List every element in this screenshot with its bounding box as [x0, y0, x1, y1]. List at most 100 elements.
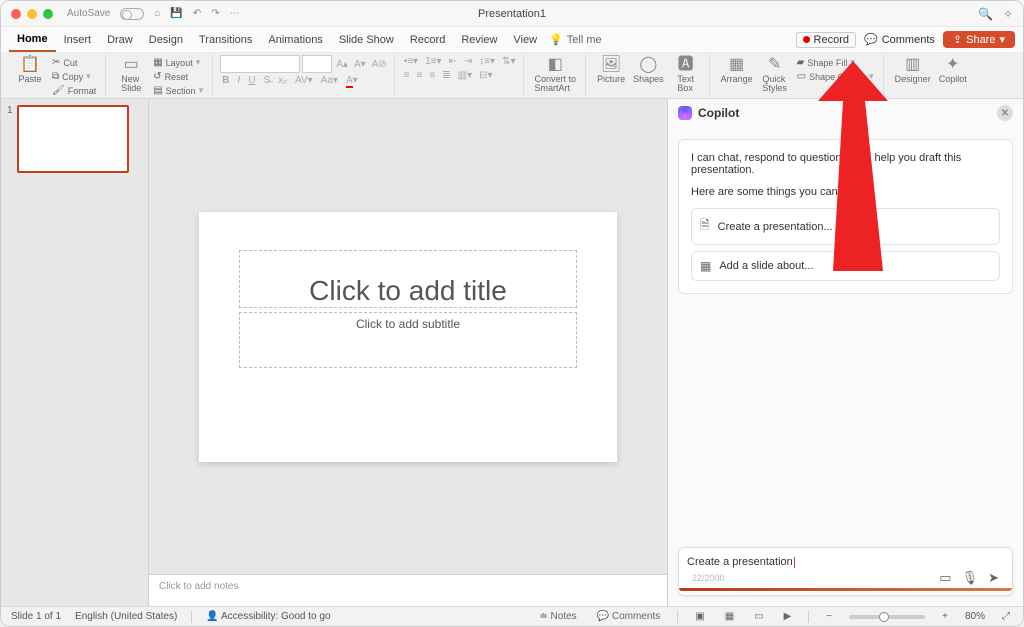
tab-draw[interactable]: Draw [99, 27, 141, 52]
paste-button[interactable]: 📋 Paste [12, 55, 48, 85]
cut-button[interactable]: ✂︎Cut [50, 56, 98, 69]
autosave-toggle[interactable] [120, 8, 144, 20]
slide-canvas[interactable]: Click to add title Click to add subtitle [149, 99, 667, 574]
align-text-button[interactable]: ⊟▾ [477, 69, 494, 82]
copilot-button[interactable]: ✦Copilot [935, 55, 971, 85]
notes-pane[interactable]: Click to add notes [149, 574, 667, 606]
status-accessibility[interactable]: 👤 Accessibility: Good to go [206, 611, 330, 622]
reset-button[interactable]: ↺Reset [151, 70, 205, 83]
new-slide-button[interactable]: ▭ New Slide [113, 55, 149, 95]
close-window-icon[interactable] [11, 9, 21, 19]
undo-icon[interactable]: ↶ [193, 8, 201, 19]
layout-button[interactable]: ▦Layout ▾ [151, 56, 205, 69]
save-icon[interactable]: 💾 [170, 8, 182, 19]
home-icon[interactable]: ⌂ [154, 8, 160, 19]
align-right-button[interactable]: ≡ [427, 69, 437, 82]
line-spacing-button[interactable]: ↕≡▾ [477, 55, 497, 68]
mic-icon[interactable]: 🎙 [957, 570, 984, 586]
shrink-font-button[interactable]: A▾ [352, 58, 368, 71]
status-comments-button[interactable]: 💬 Comments [594, 611, 664, 622]
insert-picture-button[interactable]: 🖼Picture [593, 55, 629, 85]
insert-textbox-button[interactable]: 🅰Text Box [668, 55, 704, 95]
underline-button[interactable]: U [246, 74, 257, 87]
copilot-suggestion-add-slide[interactable]: ▦ Add a slide about... [691, 251, 1000, 281]
indent-inc-button[interactable]: ⇥ [462, 55, 474, 68]
tab-view[interactable]: View [505, 27, 545, 52]
copilot-input-box[interactable]: Create a presentation 22/2000 ▭ 🎙 ➤ [678, 547, 1013, 596]
tab-insert[interactable]: Insert [56, 27, 100, 52]
share-button[interactable]: ⇪ Share ▾ [943, 31, 1015, 48]
arrange-button[interactable]: ▦Arrange [717, 55, 757, 85]
bold-button[interactable]: B [220, 74, 231, 87]
section-button[interactable]: ▤Section ▾ [151, 84, 205, 97]
highlight-button[interactable]: AV▾ [293, 74, 315, 87]
tab-slideshow[interactable]: Slide Show [331, 27, 402, 52]
send-icon[interactable]: ➤ [983, 570, 1004, 586]
title-placeholder[interactable]: Click to add title [239, 250, 577, 308]
zoom-level[interactable]: 80% [965, 611, 985, 622]
align-left-button[interactable]: ≡ [402, 69, 412, 82]
tab-design[interactable]: Design [141, 27, 191, 52]
copilot-input[interactable]: Create a presentation [687, 554, 1004, 570]
justify-button[interactable]: ≣ [440, 69, 452, 82]
slide-thumbnail[interactable] [17, 105, 129, 173]
case-button[interactable]: Aa▾ [319, 74, 340, 87]
redo-icon[interactable]: ↷ [211, 8, 219, 19]
copilot-glyph-icon[interactable]: ✧ [1003, 7, 1013, 21]
quick-styles-button[interactable]: ✎Quick Styles [757, 55, 793, 95]
tab-animations[interactable]: Animations [260, 27, 330, 52]
font-size[interactable] [302, 55, 332, 73]
subtitle-placeholder[interactable]: Click to add subtitle [239, 312, 577, 368]
minimize-window-icon[interactable] [27, 9, 37, 19]
shape-fill-button[interactable]: ▰Shape Fill ▾ [795, 56, 876, 69]
sub-script-button[interactable]: x₂ [276, 74, 289, 87]
tab-record[interactable]: Record [402, 27, 453, 52]
outline-icon: ▭ [797, 71, 806, 82]
italic-button[interactable]: I [235, 74, 242, 87]
view-normal-icon[interactable]: ▣ [692, 611, 707, 622]
zoom-out-button[interactable]: − [823, 611, 835, 622]
copilot-suggestion-create[interactable]: 🗎 Create a presentation... [691, 208, 1000, 245]
indent-dec-button[interactable]: ⇤ [446, 55, 458, 68]
columns-button[interactable]: ▥▾ [456, 69, 474, 82]
shape-outline-button[interactable]: ▭Shape Outline ▾ [795, 70, 876, 83]
zoom-window-icon[interactable] [43, 9, 53, 19]
strike-button[interactable]: S̶ [261, 74, 272, 87]
numbering-button[interactable]: 1≡▾ [423, 55, 443, 68]
font-color-button[interactable]: A▾ [344, 74, 360, 87]
view-reading-icon[interactable]: ▭ [751, 611, 766, 622]
tab-home[interactable]: Home [9, 27, 56, 52]
status-language[interactable]: English (United States) [75, 611, 177, 622]
text-dir-button[interactable]: ⇅▾ [500, 55, 517, 68]
thumb-number: 1 [7, 105, 13, 173]
fit-window-icon[interactable]: ⤢ [999, 611, 1013, 622]
tab-transitions[interactable]: Transitions [191, 27, 260, 52]
record-button[interactable]: Record [796, 32, 856, 48]
close-copilot-button[interactable]: ✕ [997, 105, 1013, 121]
align-center-button[interactable]: ≡ [415, 69, 425, 82]
format-painter-button[interactable]: 🖌Format [50, 84, 98, 97]
copy-button[interactable]: ⧉Copy ▾ [50, 70, 98, 83]
copilot-intro: I can chat, respond to questions, and he… [691, 152, 1000, 176]
arrange-icon: ▦ [729, 56, 744, 74]
search-icon[interactable]: 🔍 [978, 7, 993, 21]
zoom-slider[interactable] [849, 615, 925, 619]
view-slideshow-icon[interactable]: ▶ [781, 611, 795, 622]
status-notes-button[interactable]: ≐ Notes [536, 611, 579, 622]
tell-me[interactable]: 💡 Tell me [549, 33, 602, 46]
clear-format-button[interactable]: A⊘ [370, 58, 389, 71]
insert-shapes-button[interactable]: ◯Shapes [629, 55, 668, 85]
convert-smartart-button[interactable]: ◧ Convert to SmartArt [531, 55, 581, 95]
comments-button[interactable]: 💬 Comments [864, 33, 935, 46]
font-select[interactable] [220, 55, 300, 73]
slide[interactable]: Click to add title Click to add subtitle [199, 212, 617, 462]
copilot-intro-card: I can chat, respond to questions, and he… [678, 139, 1013, 294]
bullets-button[interactable]: •≡▾ [402, 55, 420, 68]
tab-review[interactable]: Review [453, 27, 505, 52]
designer-button[interactable]: ▥Designer [891, 55, 935, 85]
zoom-in-button[interactable]: + [939, 611, 951, 622]
attach-icon[interactable]: ▭ [934, 570, 956, 586]
more-quick-icon[interactable]: ⋯ [230, 8, 240, 19]
view-sorter-icon[interactable]: ▦ [722, 611, 737, 622]
grow-font-button[interactable]: A▴ [334, 58, 350, 71]
